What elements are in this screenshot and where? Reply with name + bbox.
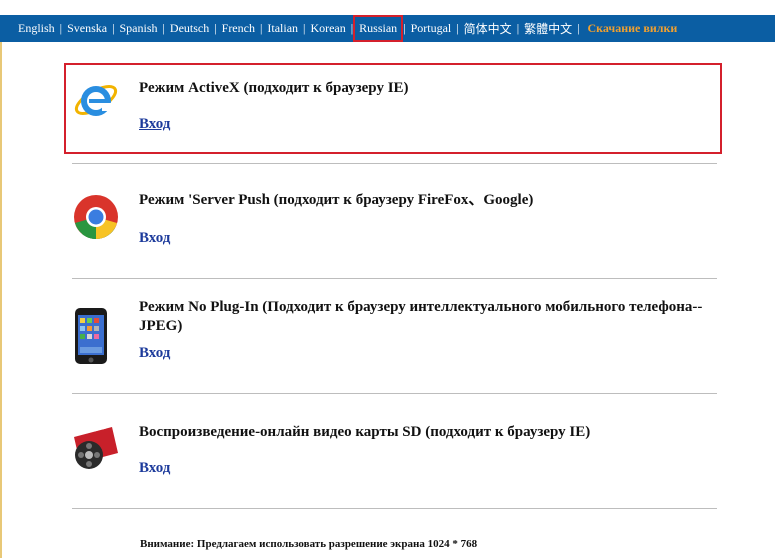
lang-italian[interactable]: Italian xyxy=(262,21,303,36)
mode-item-sd-playback: Воспроизведение-онлайн видео карты SD (п… xyxy=(72,393,717,509)
lang-english[interactable]: English xyxy=(18,21,60,36)
mobile-phone-icon xyxy=(74,307,108,365)
lang-french[interactable]: French xyxy=(217,21,260,36)
lang-russian[interactable]: Russian xyxy=(353,15,404,42)
lang-portugal[interactable]: Portugal xyxy=(406,21,457,36)
mode-title: Воспроизведение-онлайн видео карты SD (п… xyxy=(139,424,591,440)
language-bar: English | Svenska | Spanish | Deutsch | Fren… xyxy=(0,15,775,42)
separator: | xyxy=(350,21,354,35)
lang-deutsch[interactable]: Deutsch xyxy=(165,21,214,36)
mode-title: Режим 'Server Push (подходит к браузеру … xyxy=(139,192,534,208)
highlight-frame xyxy=(64,63,722,154)
enter-link-server-push[interactable]: Вход xyxy=(139,230,170,247)
download-plugin-link[interactable]: Скачание вилки xyxy=(580,21,683,36)
enter-link-no-plugin[interactable]: Вход xyxy=(139,345,170,362)
page-left-border xyxy=(0,42,2,558)
film-reel-icon xyxy=(72,423,120,471)
enter-link-sd-playback[interactable]: Вход xyxy=(139,460,170,477)
lang-svenska[interactable]: Svenska xyxy=(62,21,112,36)
resolution-notice: Внимание: Предлагаем использовать разреш… xyxy=(140,538,478,550)
mode-title: Режим No Plug-In (Подходит к браузеру ин… xyxy=(139,299,703,334)
mode-item-server-push: Режим 'Server Push (подходит к браузеру … xyxy=(72,163,717,279)
lang-simplified-chinese[interactable]: 简体中文 xyxy=(459,20,517,37)
lang-korean[interactable]: Korean xyxy=(305,21,350,36)
lang-spanish[interactable]: Spanish xyxy=(114,21,162,36)
lang-traditional-chinese[interactable]: 繁體中文 xyxy=(519,20,577,37)
mode-item-no-plugin: Режим No Plug-In (Подходит к браузеру ин… xyxy=(72,278,717,394)
chrome-icon xyxy=(72,193,120,241)
